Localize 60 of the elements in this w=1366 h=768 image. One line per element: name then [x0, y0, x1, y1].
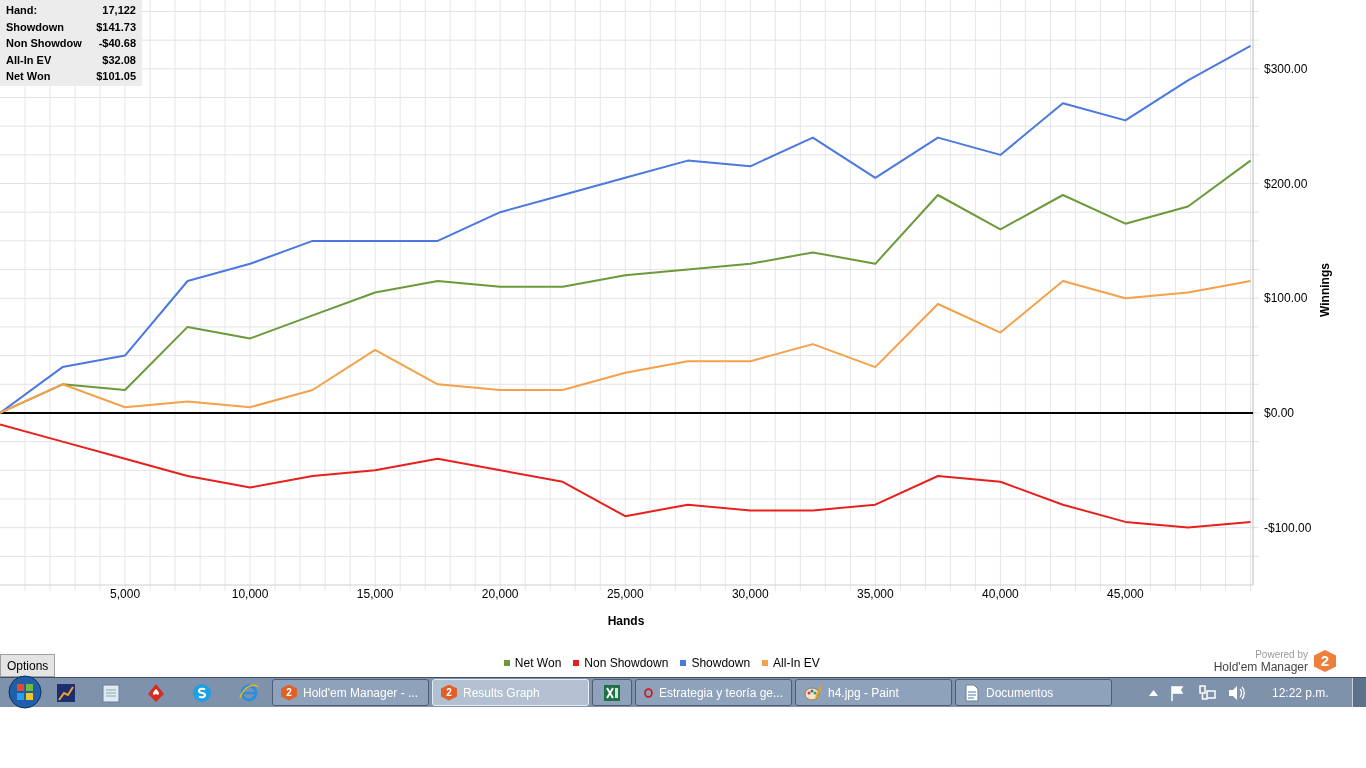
volume-icon[interactable]	[1228, 684, 1246, 701]
app-logo-icon: 2	[281, 684, 297, 701]
stat-value: $32.08	[102, 52, 136, 68]
y-tick-label: $300.00	[1264, 61, 1308, 76]
y-tick-label: $200.00	[1264, 176, 1308, 191]
legend-label: Showdown	[691, 655, 751, 672]
start-button[interactable]	[8, 674, 42, 709]
taskbar-button[interactable]: h4.jpg - Paint	[795, 679, 952, 706]
notepad-icon[interactable]	[102, 682, 120, 703]
show-hidden-icons-arrow-icon[interactable]	[1149, 689, 1158, 696]
task-label: h4.jpg - Paint	[828, 684, 899, 702]
y-tick-label: -$100.00	[1264, 520, 1312, 535]
browser-e-icon[interactable]	[238, 682, 260, 703]
x-tick-label: 40,000	[982, 587, 1019, 601]
stat-value: -$40.68	[98, 36, 136, 51]
x-tick-label: 5,000	[110, 587, 141, 601]
app-logo-icon: 2	[441, 684, 457, 701]
task-label: Hold'em Manager - ...	[303, 684, 418, 702]
stat-value: 17,122	[102, 3, 136, 18]
x-tick-label: 10,000	[231, 587, 269, 601]
stat-label: Showdown	[6, 19, 65, 35]
clock[interactable]: 12:22 p.m.	[1272, 683, 1342, 702]
legend-label: Non Showdown	[584, 655, 669, 672]
stat-label: Net Won	[6, 69, 51, 84]
x-tick-label: 35,000	[857, 587, 894, 601]
x-tick-label: 30,000	[731, 587, 769, 601]
x-tick-label: 45,000	[1107, 587, 1144, 601]
task-label: Documentos	[986, 684, 1054, 702]
document-icon	[964, 683, 980, 702]
show-desktop-button[interactable]	[1352, 678, 1366, 707]
skype-icon[interactable]	[192, 682, 212, 703]
x-tick-label: 20,000	[481, 587, 519, 601]
stat-label: Non Showdow	[6, 36, 82, 51]
x-tick-label: 25,000	[606, 587, 644, 601]
palette-icon	[804, 683, 822, 702]
y-tick-label: $100.00	[1264, 291, 1308, 306]
stat-label: Hand:	[6, 3, 38, 18]
powered-by-caption: Powered by	[1255, 648, 1308, 661]
product-name: Hold'em Manager	[1213, 661, 1308, 674]
taskbar-button[interactable]: 2 Results Graph	[432, 679, 589, 706]
task-label: Results Graph	[463, 684, 540, 702]
network-icon[interactable]	[1198, 684, 1216, 701]
stat-value: $141.73	[96, 19, 136, 35]
taskbar-button[interactable]: 2 Hold'em Manager - ...	[272, 679, 429, 706]
taskbar-button[interactable]	[592, 679, 632, 706]
spreadsheet-icon	[603, 683, 621, 702]
x-tick-label: 15,000	[356, 587, 394, 601]
flag-icon[interactable]	[1170, 684, 1186, 701]
product-logo: 2	[1314, 650, 1336, 672]
task-label: Estrategia y teoría ge...	[658, 684, 783, 702]
stat-value: $101.05	[96, 69, 136, 84]
legend-label: Net Won	[514, 655, 562, 672]
taskbar-button[interactable]: Documentos	[955, 679, 1112, 706]
options-button[interactable]: Options	[0, 654, 56, 677]
taskbar-button[interactable]: Estrategia y teoría ge...	[635, 679, 792, 706]
stat-label: All-In EV	[6, 52, 52, 68]
legend-label: All-In EV	[773, 655, 820, 672]
y-tick-label: $0.00	[1264, 405, 1295, 420]
x-axis-title: Hands	[607, 614, 645, 628]
y-axis-title: Winnings	[1318, 263, 1332, 317]
